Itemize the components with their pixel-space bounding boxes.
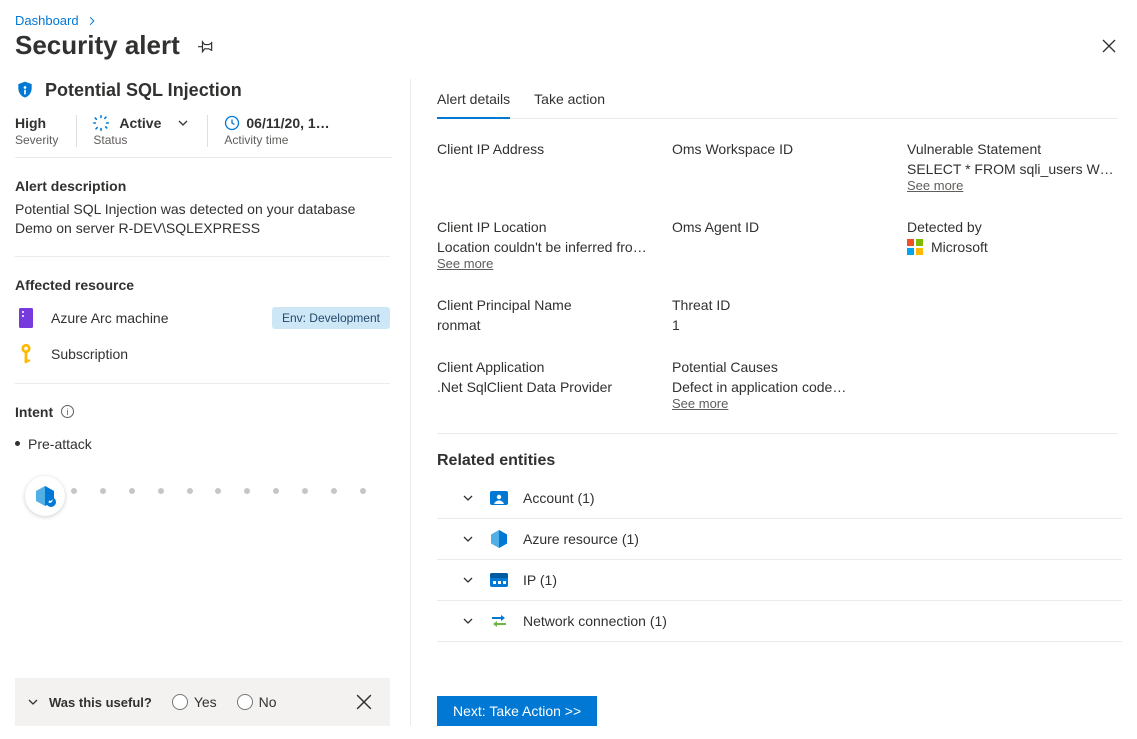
detail-label: Client IP Location [437, 219, 648, 235]
feedback-no-label: No [259, 694, 277, 710]
cube-icon [489, 529, 509, 549]
feedback-no[interactable]: No [237, 694, 277, 710]
entity-row-account[interactable]: Account (1) [437, 478, 1122, 519]
detail-label: Vulnerable Statement [907, 141, 1118, 157]
environment-badge: Env: Development [272, 307, 390, 329]
detail-value: ronmat [437, 317, 648, 333]
intent-step: Pre-attack [15, 436, 390, 452]
alert-title: Potential SQL Injection [45, 80, 242, 101]
chevron-down-icon [461, 573, 475, 587]
status-value: Active [119, 115, 161, 131]
feedback-yes[interactable]: Yes [172, 694, 217, 710]
detail-label: Client IP Address [437, 141, 648, 157]
status-label: Status [93, 133, 189, 147]
status-row: High Severity Active Status 06/11/20, 1… [15, 115, 392, 158]
alert-description-text: Potential SQL Injection was detected on … [15, 200, 390, 238]
key-icon [15, 343, 37, 365]
entity-name: Account (1) [523, 490, 595, 506]
intent-step-label: Pre-attack [28, 436, 92, 452]
see-more-link[interactable]: See more [672, 396, 728, 411]
breadcrumb: Dashboard [15, 13, 1122, 28]
detail-label: Threat ID [672, 297, 883, 313]
feedback-close-button[interactable] [350, 688, 378, 716]
severity-label: Severity [15, 133, 58, 147]
status-dropdown[interactable]: Active [93, 115, 189, 131]
right-pane: Alert details Take action Client IP Addr… [411, 79, 1122, 726]
chevron-down-icon [177, 117, 189, 129]
related-entities-heading: Related entities [437, 452, 1122, 470]
detail-value: Defect in application code… [672, 379, 883, 395]
close-icon [356, 694, 372, 710]
detail-label: Oms Agent ID [672, 219, 883, 235]
chevron-down-icon [461, 491, 475, 505]
chevron-down-icon[interactable] [27, 696, 39, 708]
chevron-right-icon [87, 16, 97, 26]
network-icon [489, 611, 509, 631]
chevron-down-icon [461, 532, 475, 546]
account-icon [489, 488, 509, 508]
entity-row-network-connection[interactable]: Network connection (1) [437, 601, 1122, 642]
intent-node-current[interactable] [25, 476, 65, 516]
affected-resource-heading: Affected resource [15, 277, 390, 293]
microsoft-logo-icon [907, 239, 923, 255]
tabs: Alert details Take action [437, 91, 1118, 119]
resource-label: Subscription [51, 346, 390, 362]
activity-label: Activity time [224, 133, 374, 147]
entity-name: Azure resource (1) [523, 531, 639, 547]
next-take-action-button[interactable]: Next: Take Action >> [437, 696, 597, 726]
entity-name: Network connection (1) [523, 613, 667, 629]
detail-value: .Net SqlClient Data Provider [437, 379, 648, 395]
left-pane: Potential SQL Injection High Severity Ac… [15, 79, 411, 726]
resource-row[interactable]: Azure Arc machine Env: Development [15, 307, 390, 329]
severity-value: High [15, 115, 58, 131]
page-header: Security alert [15, 30, 1122, 61]
clock-icon [224, 115, 240, 131]
detail-value: SELECT * FROM sqli_users WHERE… [907, 161, 1118, 177]
detail-value: Microsoft [931, 239, 988, 255]
chevron-down-icon [461, 614, 475, 628]
breadcrumb-root[interactable]: Dashboard [15, 13, 79, 28]
feedback-question: Was this useful? [49, 695, 152, 710]
detail-label: Oms Workspace ID [672, 141, 883, 157]
see-more-link[interactable]: See more [907, 178, 963, 193]
resource-label: Azure Arc machine [51, 310, 258, 326]
detail-label: Client Principal Name [437, 297, 648, 313]
resource-row[interactable]: Subscription [15, 343, 390, 365]
alert-description-heading: Alert description [15, 178, 390, 194]
shield-icon [15, 79, 35, 101]
detail-label: Detected by [907, 219, 1118, 235]
page-title: Security alert [15, 30, 180, 61]
see-more-link[interactable]: See more [437, 256, 493, 271]
entity-name: IP (1) [523, 572, 557, 588]
ip-icon [489, 570, 509, 590]
detail-label: Potential Causes [672, 359, 883, 375]
detail-value: Location couldn't be inferred from… [437, 239, 648, 255]
spinner-icon [93, 115, 109, 131]
entity-row-azure-resource[interactable]: Azure resource (1) [437, 519, 1122, 560]
feedback-yes-label: Yes [194, 694, 217, 710]
intent-heading: Intent [15, 404, 53, 420]
detail-label: Client Application [437, 359, 648, 375]
feedback-bar: Was this useful? Yes No [15, 678, 390, 726]
tab-take-action[interactable]: Take action [534, 91, 605, 118]
pin-button[interactable] [192, 32, 220, 60]
info-icon[interactable]: i [61, 405, 74, 418]
close-button[interactable] [1096, 33, 1122, 59]
tab-alert-details[interactable]: Alert details [437, 91, 510, 119]
intent-track [15, 476, 390, 516]
entity-row-ip[interactable]: IP (1) [437, 560, 1122, 601]
activity-value: 06/11/20, 1… [246, 115, 329, 131]
close-icon [1102, 39, 1116, 53]
pin-icon [198, 38, 214, 54]
server-icon [15, 307, 37, 329]
detail-value: 1 [672, 317, 883, 333]
